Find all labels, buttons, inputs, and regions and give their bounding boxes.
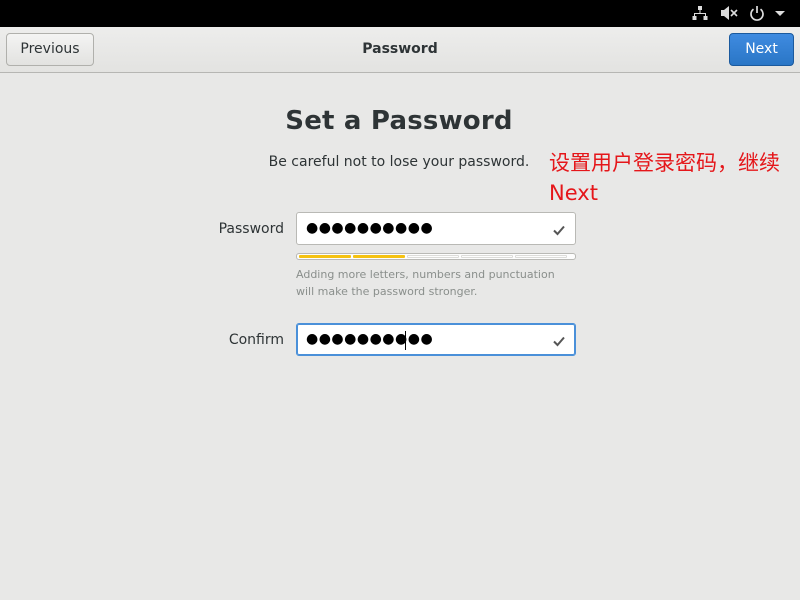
volume-muted-icon[interactable] xyxy=(720,5,738,22)
next-button[interactable]: Next xyxy=(729,33,794,66)
red-annotation: 设置用户登录密码，继续 Next xyxy=(549,148,799,208)
strength-segment xyxy=(407,255,459,258)
page-title: Set a Password xyxy=(285,106,513,136)
confirm-field[interactable]: ●●●●●●●●●● xyxy=(296,323,576,356)
confirm-label: Confirm xyxy=(228,332,284,348)
checkmark-icon xyxy=(552,222,566,236)
previous-button[interactable]: Previous xyxy=(6,33,94,66)
power-icon[interactable] xyxy=(749,5,765,22)
strength-segment xyxy=(461,255,513,258)
password-hint: Adding more letters, numbers and punctua… xyxy=(296,268,555,298)
strength-segment xyxy=(353,255,405,258)
password-label: Password xyxy=(218,221,284,237)
checkmark-icon xyxy=(552,333,566,347)
annotation-line-1: 设置用户登录密码，继续 xyxy=(549,151,780,175)
text-caret xyxy=(405,331,406,350)
page-title-header: Password xyxy=(362,41,438,57)
system-top-bar xyxy=(0,0,800,27)
strength-segment xyxy=(299,255,351,258)
password-masked-value: ●●●●●●●●●● xyxy=(306,220,434,236)
network-icon[interactable] xyxy=(692,5,708,22)
page-subtitle: Be careful not to lose your password. xyxy=(268,154,530,170)
annotation-line-2: Next xyxy=(549,181,598,205)
header-bar: Previous Password Next xyxy=(0,27,800,73)
dropdown-arrow-icon[interactable] xyxy=(774,5,786,22)
password-strength-meter xyxy=(296,253,576,260)
confirm-masked-value: ●●●●●●●●●● xyxy=(306,331,434,347)
password-field[interactable]: ●●●●●●●●●● xyxy=(296,212,576,245)
strength-segment xyxy=(515,255,567,258)
